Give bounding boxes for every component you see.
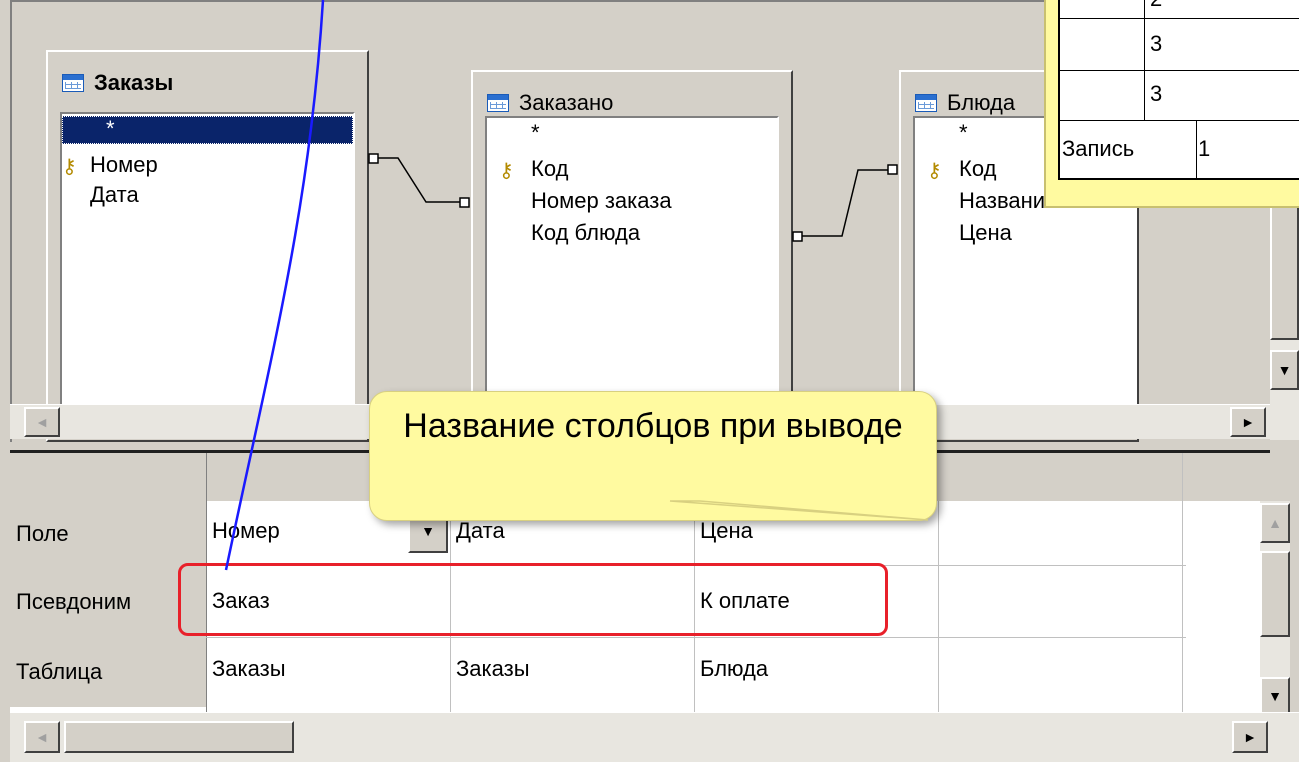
query-design-screen: Заказы * ⚷ Номер Дата Заказано * ⚷ Код Н… [0,0,1299,762]
annotation-arrow [224,0,325,571]
